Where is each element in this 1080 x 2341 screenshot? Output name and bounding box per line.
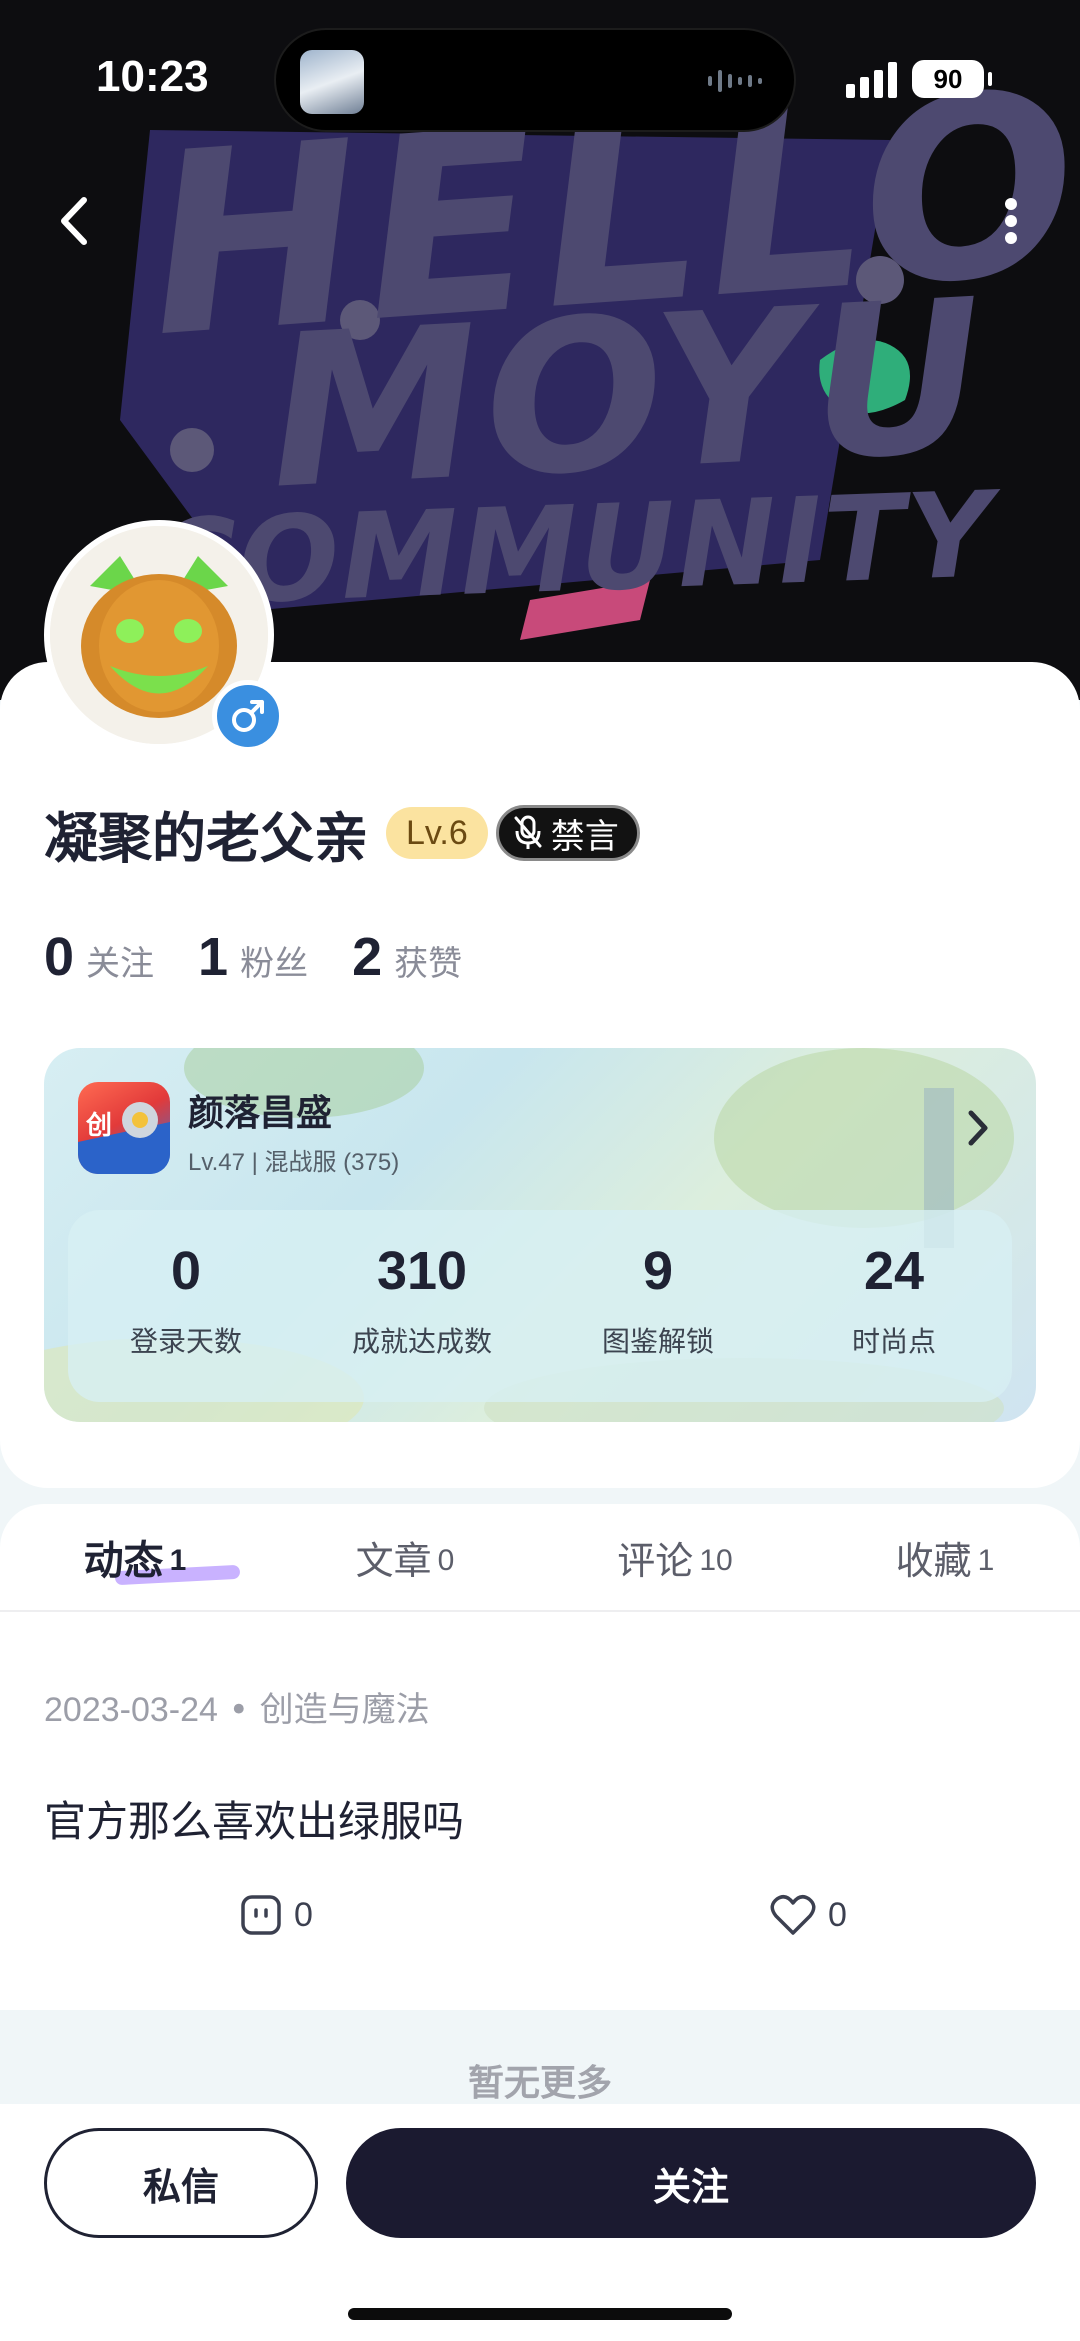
post-game-tag[interactable]: 创造与魔法 bbox=[260, 1690, 430, 1730]
name-row: 凝聚的老父亲 Lv.6 禁言 bbox=[44, 798, 640, 870]
tab-label: 评论 bbox=[617, 1538, 694, 1583]
likes-stat: 2 获赞 bbox=[352, 926, 462, 988]
profile-tabs: 动态 1 文章 0 评论 10 收藏 1 bbox=[0, 1504, 1080, 1612]
heart-icon bbox=[770, 1895, 816, 1935]
game-stat-achievements: 310 成就达成数 bbox=[304, 1210, 540, 1402]
tab-count: 0 bbox=[437, 1544, 455, 1577]
like-count: 0 bbox=[828, 1895, 847, 1934]
stat-value: 310 bbox=[376, 1241, 468, 1301]
more-vertical-icon bbox=[1005, 198, 1017, 244]
username: 凝聚的老父亲 bbox=[44, 806, 368, 870]
role-name: 颜落昌盛 bbox=[188, 1093, 333, 1134]
svg-text:创: 创 bbox=[85, 1111, 112, 1141]
tab-posts[interactable]: 动态 1 bbox=[0, 1504, 270, 1610]
tab-count: 1 bbox=[169, 1544, 187, 1577]
banner-text-community: COMMUNITY bbox=[147, 465, 997, 633]
comment-count: 0 bbox=[294, 1895, 313, 1934]
followers-label: 粉丝 bbox=[240, 944, 309, 984]
game-stat-codex: 9 图鉴解锁 bbox=[540, 1210, 776, 1402]
stat-value: 24 bbox=[863, 1241, 925, 1301]
chevron-left-icon bbox=[61, 197, 87, 245]
back-button[interactable] bbox=[38, 186, 108, 256]
following-label: 关注 bbox=[86, 944, 155, 984]
game-role-card[interactable]: 创 颜落昌盛 Lv.47 | 混战服 (375) 0 登录天数 310 成就达成… bbox=[44, 1048, 1036, 1422]
feed-end-text: 暂无更多 bbox=[467, 2063, 612, 2104]
tab-articles[interactable]: 文章 0 bbox=[270, 1504, 540, 1610]
stat-label: 图鉴解锁 bbox=[601, 1325, 714, 1358]
dynamic-island bbox=[274, 28, 796, 132]
likes-count: 2 bbox=[352, 927, 383, 987]
stat-label: 成就达成数 bbox=[351, 1325, 492, 1358]
followers-count: 1 bbox=[198, 927, 229, 987]
signal-icon bbox=[846, 62, 897, 98]
gender-badge bbox=[212, 680, 284, 752]
likes-label: 获赞 bbox=[394, 944, 463, 984]
social-stats: 0 关注 1 粉丝 2 获赞 bbox=[44, 926, 506, 988]
meta-separator: • bbox=[228, 1690, 249, 1730]
post-text[interactable]: 官方那么喜欢出绿服吗 bbox=[44, 1788, 464, 1849]
tab-comments[interactable]: 评论 10 bbox=[540, 1504, 810, 1610]
mic-off-icon bbox=[514, 815, 542, 849]
mute-badge: 禁言 bbox=[495, 805, 640, 861]
role-detail-arrow[interactable] bbox=[958, 1108, 998, 1148]
comment-icon bbox=[241, 1895, 281, 1935]
stat-value: 9 bbox=[642, 1241, 674, 1301]
tab-count: 1 bbox=[977, 1544, 995, 1577]
audio-wave-icon bbox=[708, 70, 762, 92]
stat-label: 时尚点 bbox=[851, 1325, 936, 1358]
bottom-action-bar: 私信 关注 bbox=[0, 2104, 1080, 2341]
stat-label: 登录天数 bbox=[129, 1325, 242, 1358]
game-icon: 创 bbox=[78, 1082, 170, 1174]
game-stats-panel: 0 登录天数 310 成就达成数 9 图鉴解锁 24 时尚点 bbox=[68, 1210, 1012, 1402]
tab-label: 动态 bbox=[83, 1538, 164, 1584]
tab-favorites[interactable]: 收藏 1 bbox=[810, 1504, 1080, 1610]
followers-stat[interactable]: 1 粉丝 bbox=[198, 926, 308, 988]
post-meta: 2023-03-24 • 创造与魔法 bbox=[44, 1682, 430, 1731]
more-options-button[interactable] bbox=[978, 186, 1044, 256]
tab-count: 10 bbox=[699, 1544, 733, 1577]
game-stat-login-days: 0 登录天数 bbox=[68, 1210, 304, 1402]
level-badge: Lv.6 bbox=[386, 807, 488, 859]
mute-label: 禁言 bbox=[550, 816, 619, 857]
stat-value: 0 bbox=[170, 1241, 202, 1301]
status-time: 10:23 bbox=[96, 52, 209, 101]
game-logo-icon: 创 bbox=[78, 1102, 170, 1174]
chevron-right-icon bbox=[968, 1110, 988, 1146]
follow-button[interactable]: 关注 bbox=[346, 2128, 1036, 2238]
like-button[interactable]: 0 bbox=[770, 1894, 847, 1936]
male-symbol-icon bbox=[232, 700, 264, 732]
following-count: 0 bbox=[44, 927, 75, 987]
comment-button[interactable]: 0 bbox=[240, 1894, 313, 1936]
message-button[interactable]: 私信 bbox=[44, 2128, 318, 2238]
feed-section: 动态 1 文章 0 评论 10 收藏 1 2023-03-24 • 创造与魔法 … bbox=[0, 1504, 1080, 2010]
status-bar: 10:23 90 bbox=[0, 0, 1080, 160]
home-indicator[interactable] bbox=[348, 2308, 732, 2320]
post-actions: 0 0 bbox=[0, 1894, 1080, 1954]
post-date: 2023-03-24 bbox=[44, 1691, 218, 1729]
following-stat[interactable]: 0 关注 bbox=[44, 926, 154, 988]
game-stat-fashion: 24 时尚点 bbox=[776, 1210, 1012, 1402]
now-playing-thumbnail bbox=[300, 50, 364, 114]
battery-indicator: 90 bbox=[912, 60, 992, 98]
tab-label: 文章 bbox=[355, 1538, 432, 1583]
tab-label: 收藏 bbox=[895, 1538, 972, 1583]
role-info: Lv.47 | 混战服 (375) bbox=[188, 1149, 400, 1176]
